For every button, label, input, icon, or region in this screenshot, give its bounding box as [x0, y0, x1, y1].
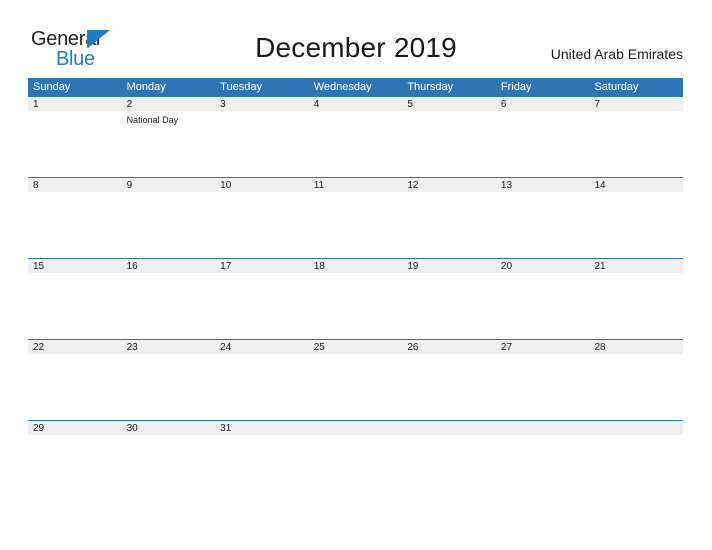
- day-cell[interactable]: [28, 192, 122, 258]
- day-number[interactable]: 10: [215, 178, 309, 192]
- day-cell[interactable]: [28, 273, 122, 339]
- day-cell[interactable]: [28, 354, 122, 420]
- calendar-week-row: 1 2 3 4 5 6 7 National Day: [28, 96, 683, 177]
- weekday-friday: Friday: [500, 81, 532, 93]
- calendar-week-row: 15 16 17 18 19 20 21: [28, 258, 683, 339]
- day-cell[interactable]: [496, 354, 590, 420]
- week-date-band: 29 30 31: [28, 420, 683, 435]
- day-cell[interactable]: National Day: [122, 111, 216, 177]
- calendar-page: General Blue December 2019 United Arab E…: [0, 0, 712, 550]
- day-cell[interactable]: [402, 354, 496, 420]
- day-cell: [402, 435, 496, 501]
- week-date-band: 15 16 17 18 19 20 21: [28, 258, 683, 273]
- day-number[interactable]: 8: [28, 178, 122, 192]
- day-cell[interactable]: [589, 192, 683, 258]
- day-number[interactable]: 9: [122, 178, 216, 192]
- region-label: United Arab Emirates: [550, 46, 683, 62]
- day-number: [496, 421, 590, 435]
- day-cell[interactable]: [402, 273, 496, 339]
- week-event-band: [28, 354, 683, 420]
- day-cell[interactable]: [496, 273, 590, 339]
- day-number: [309, 421, 403, 435]
- day-number[interactable]: 20: [496, 259, 590, 273]
- day-number[interactable]: 3: [215, 97, 309, 111]
- day-number[interactable]: 22: [28, 340, 122, 354]
- day-cell: [496, 435, 590, 501]
- day-number[interactable]: 29: [28, 421, 122, 435]
- day-number[interactable]: 12: [402, 178, 496, 192]
- day-cell[interactable]: [309, 354, 403, 420]
- day-number: [402, 421, 496, 435]
- week-date-band: 1 2 3 4 5 6 7: [28, 96, 683, 111]
- day-cell[interactable]: [215, 354, 309, 420]
- week-date-band: 22 23 24 25 26 27 28: [28, 339, 683, 354]
- day-number[interactable]: 17: [215, 259, 309, 273]
- day-number[interactable]: 31: [215, 421, 309, 435]
- weekday-saturday: Saturday: [594, 81, 639, 93]
- day-number[interactable]: 26: [402, 340, 496, 354]
- day-cell[interactable]: [309, 111, 403, 177]
- day-cell[interactable]: [589, 273, 683, 339]
- day-cell: [309, 435, 403, 501]
- calendar-week-row: 22 23 24 25 26 27 28: [28, 339, 683, 420]
- day-number[interactable]: 15: [28, 259, 122, 273]
- day-number[interactable]: 18: [309, 259, 403, 273]
- page-header: General Blue December 2019 United Arab E…: [0, 0, 712, 70]
- day-number[interactable]: 25: [309, 340, 403, 354]
- week-event-band: National Day: [28, 111, 683, 177]
- week-event-band: [28, 435, 683, 501]
- day-number[interactable]: 5: [402, 97, 496, 111]
- day-number[interactable]: 2: [122, 97, 216, 111]
- day-cell[interactable]: [122, 273, 216, 339]
- day-cell[interactable]: [589, 111, 683, 177]
- day-cell[interactable]: [496, 111, 590, 177]
- weekday-monday: Monday: [126, 81, 166, 93]
- day-number[interactable]: 28: [589, 340, 683, 354]
- day-number[interactable]: 11: [309, 178, 403, 192]
- day-number[interactable]: 14: [589, 178, 683, 192]
- day-number[interactable]: 30: [122, 421, 216, 435]
- day-number[interactable]: 16: [122, 259, 216, 273]
- day-number[interactable]: 6: [496, 97, 590, 111]
- day-cell[interactable]: [496, 192, 590, 258]
- weekday-sunday: Sunday: [33, 81, 71, 93]
- day-cell[interactable]: [309, 192, 403, 258]
- weekday-thursday: Thursday: [407, 81, 454, 93]
- day-number[interactable]: 19: [402, 259, 496, 273]
- weekday-tuesday: Tuesday: [220, 81, 262, 93]
- weekday-header-row: Sunday Monday Tuesday Wednesday Thursday…: [28, 78, 683, 96]
- day-number[interactable]: 27: [496, 340, 590, 354]
- day-number[interactable]: 7: [589, 97, 683, 111]
- week-event-band: [28, 192, 683, 258]
- day-cell[interactable]: [215, 192, 309, 258]
- day-number[interactable]: 21: [589, 259, 683, 273]
- day-number[interactable]: 24: [215, 340, 309, 354]
- day-cell[interactable]: [402, 111, 496, 177]
- day-cell[interactable]: [215, 111, 309, 177]
- day-number: [589, 421, 683, 435]
- day-cell[interactable]: [402, 192, 496, 258]
- day-cell[interactable]: [28, 435, 122, 501]
- weekday-wednesday: Wednesday: [313, 81, 372, 93]
- day-number[interactable]: 4: [309, 97, 403, 111]
- day-cell[interactable]: [309, 273, 403, 339]
- day-cell[interactable]: [215, 435, 309, 501]
- day-cell[interactable]: [122, 354, 216, 420]
- day-cell[interactable]: [215, 273, 309, 339]
- day-cell[interactable]: [28, 111, 122, 177]
- calendar-week-row: 8 9 10 11 12 13 14: [28, 177, 683, 258]
- day-cell[interactable]: [589, 354, 683, 420]
- day-number[interactable]: 23: [122, 340, 216, 354]
- event-label[interactable]: National Day: [127, 114, 212, 126]
- day-cell[interactable]: [122, 192, 216, 258]
- calendar-grid: Sunday Monday Tuesday Wednesday Thursday…: [28, 78, 683, 501]
- day-cell[interactable]: [122, 435, 216, 501]
- week-date-band: 8 9 10 11 12 13 14: [28, 177, 683, 192]
- day-cell: [589, 435, 683, 501]
- calendar-week-row: 29 30 31: [28, 420, 683, 501]
- day-number[interactable]: 13: [496, 178, 590, 192]
- week-event-band: [28, 273, 683, 339]
- day-number[interactable]: 1: [28, 97, 122, 111]
